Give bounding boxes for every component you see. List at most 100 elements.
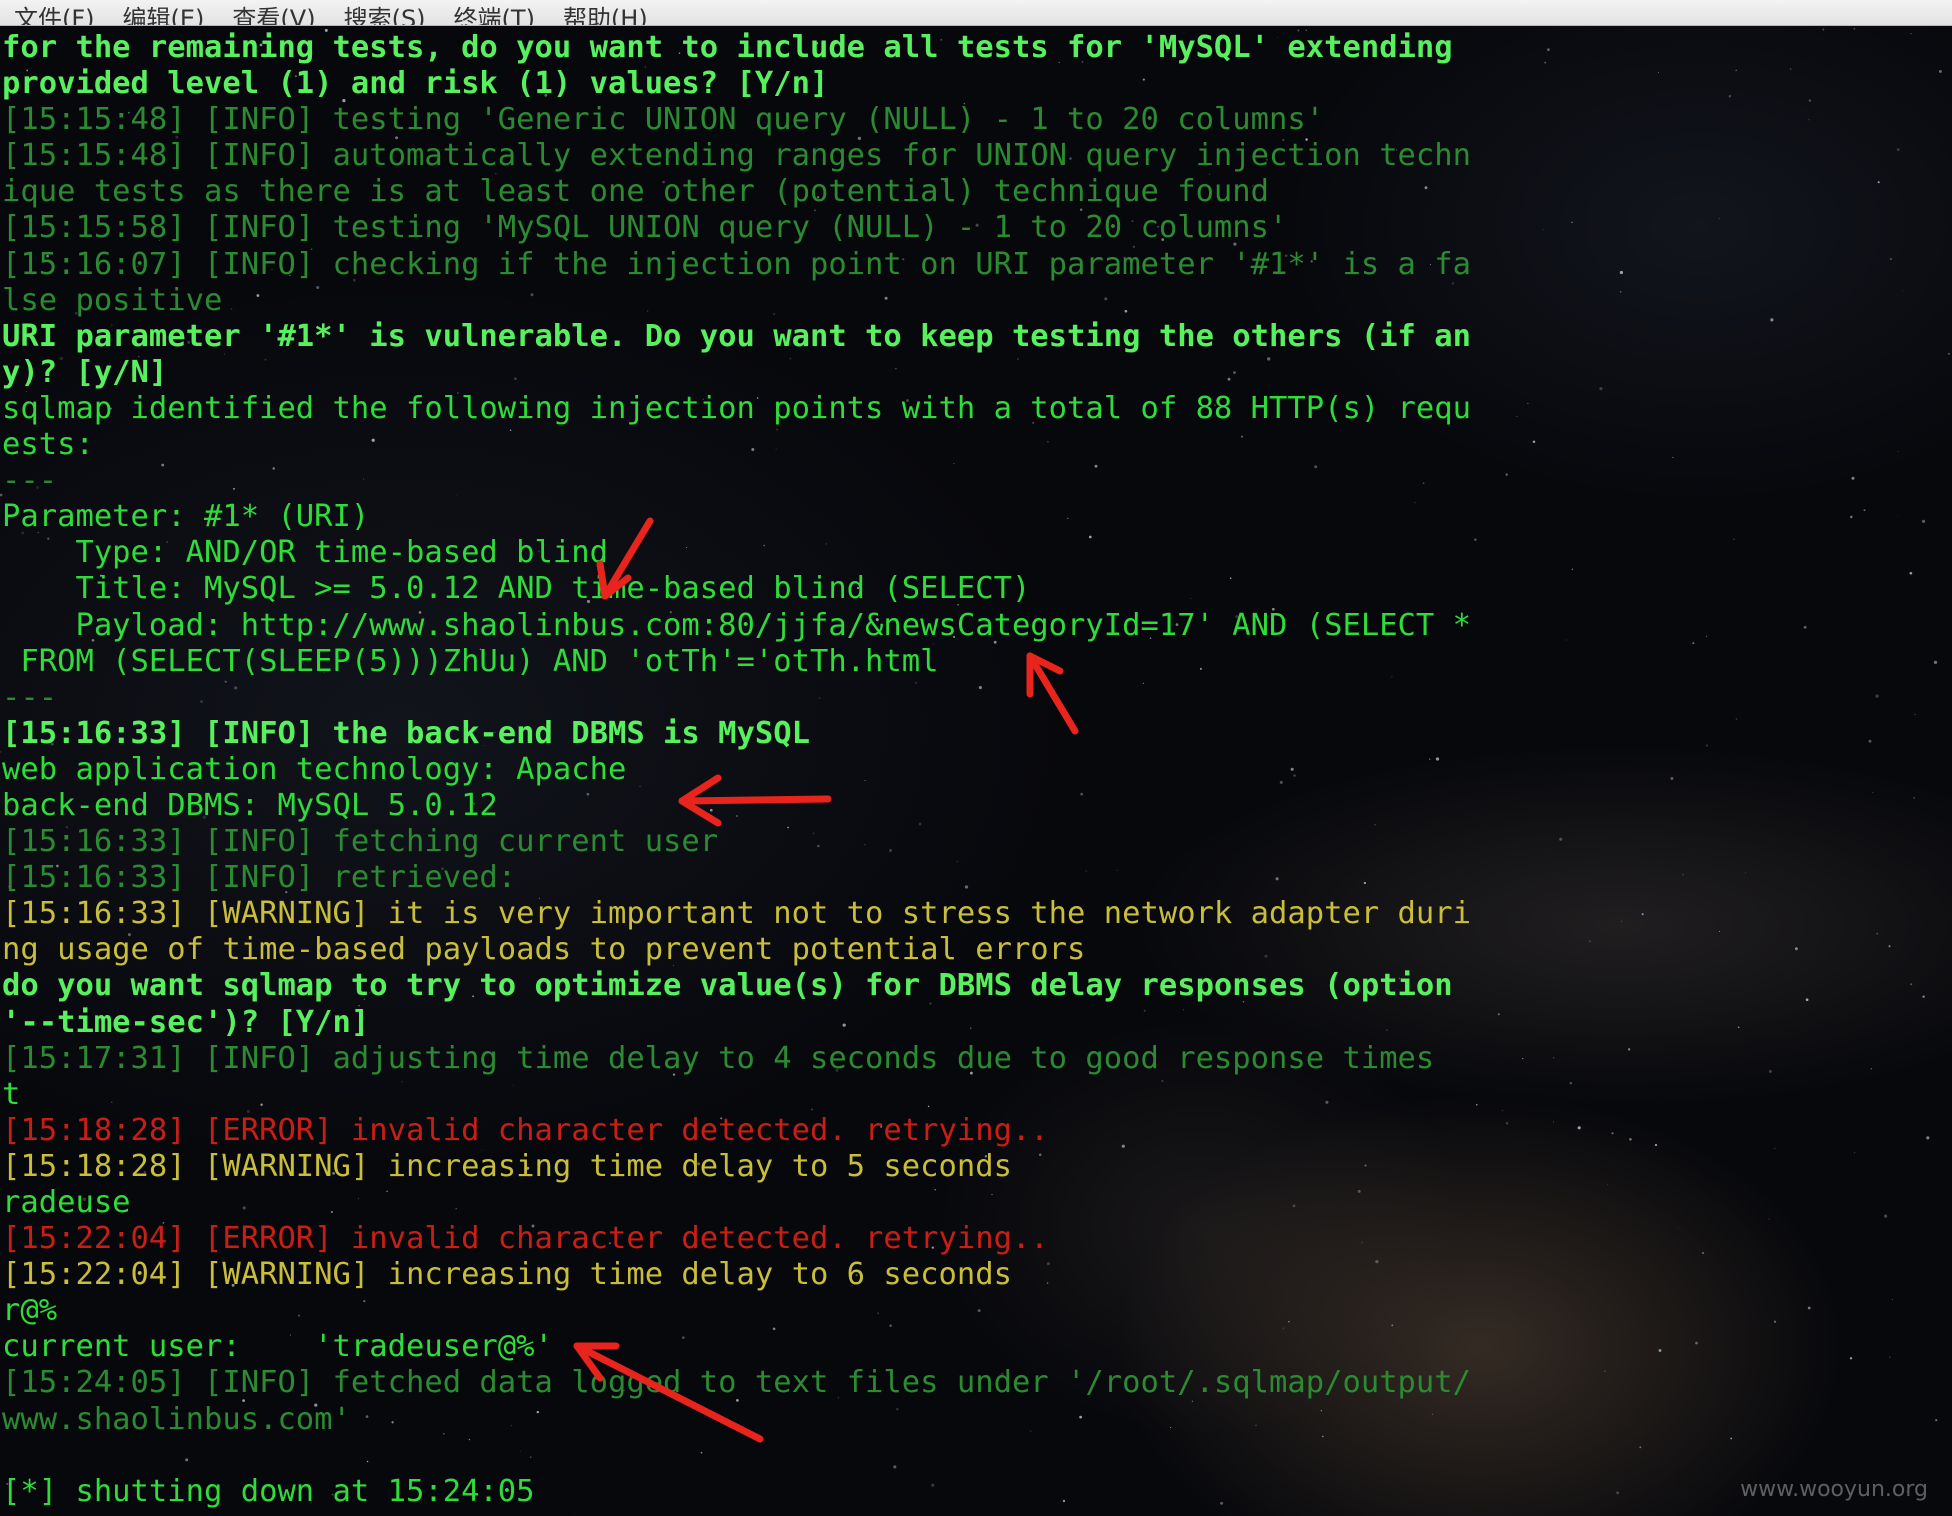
star [1728, 94, 1732, 98]
star [1822, 28, 1825, 31]
star [1553, 1057, 1555, 1059]
star [1735, 69, 1737, 72]
star [1808, 99, 1812, 102]
star [1627, 1048, 1631, 1051]
star [1532, 440, 1536, 444]
star [1849, 1357, 1853, 1360]
star [1619, 270, 1624, 275]
star [1702, 1252, 1704, 1254]
star [1718, 217, 1720, 220]
star [1542, 228, 1544, 231]
terminal-line: www.shaolinbus.com' [2, 1401, 351, 1437]
terminal-line: URI parameter '#1*' is vulnerable. Do yo… [2, 318, 1472, 354]
star [1658, 1349, 1662, 1352]
star [1566, 639, 1568, 641]
star [1730, 1437, 1733, 1440]
terminal-line: r@% [2, 1293, 58, 1329]
star [1641, 913, 1644, 916]
star [1672, 456, 1674, 458]
star [1599, 386, 1603, 391]
terminal-line: ests: [2, 427, 94, 463]
star [1588, 940, 1591, 943]
star [1947, 352, 1950, 355]
star [1658, 71, 1660, 73]
terminal-line: [15:15:48] [INFO] testing 'Generic UNION… [2, 102, 1325, 138]
terminal-line: '--time-sec')? [Y/n] [2, 1004, 370, 1040]
terminal-line: provided level (1) and risk (1) values? … [2, 66, 829, 102]
terminal-line: [15:16:33] [INFO] retrieved: [2, 860, 517, 896]
star [1863, 509, 1866, 512]
terminal-line: --- [2, 679, 58, 715]
star [1883, 1214, 1888, 1218]
star [1505, 473, 1508, 476]
star [1889, 1356, 1891, 1358]
star [574, 1513, 576, 1515]
star [1654, 1143, 1658, 1147]
star [1737, 1026, 1740, 1029]
star [1705, 744, 1709, 747]
star [1544, 61, 1547, 64]
star [1935, 1419, 1938, 1422]
terminal-line: [15:15:58] [INFO] testing 'MySQL UNION q… [2, 210, 1288, 246]
star [1789, 68, 1792, 70]
menu-terminal[interactable]: 终端(T) [454, 7, 535, 25]
terminal-line: Type: AND/OR time-based blind [2, 535, 608, 571]
star [1559, 837, 1563, 841]
star [1926, 1136, 1930, 1140]
menu-bar: 文件(F) 编辑(E) 查看(V) 搜索(S) 终端(T) 帮助(H) [0, 0, 1952, 26]
star [1807, 1306, 1811, 1310]
terminal-line: web application technology: Apache [2, 751, 627, 787]
terminal-line: for the remaining tests, do you want to … [2, 30, 1453, 65]
star [1497, 1013, 1500, 1016]
terminal-line: --- [2, 463, 58, 499]
terminal-line: [15:22:04] [ERROR] invalid character det… [2, 1221, 1049, 1257]
star [1853, 27, 1856, 30]
star [1891, 1299, 1893, 1300]
star [1682, 873, 1684, 876]
terminal-line: sqlmap identified the following injectio… [2, 390, 1472, 426]
menu-edit[interactable]: 编辑(E) [123, 7, 205, 25]
star [1897, 515, 1899, 517]
terminal-line: Payload: http://www.shaolinbus.com:80/jj… [2, 607, 1472, 643]
menu-help[interactable]: 帮助(H) [563, 7, 648, 25]
star [1522, 1057, 1524, 1060]
terminal-line: ique tests as there is at least one othe… [2, 174, 1270, 210]
terminal-line: t [2, 1076, 21, 1112]
star [1888, 945, 1891, 948]
star [1803, 625, 1807, 629]
terminal-output[interactable]: for the remaining tests, do you want to … [0, 26, 1952, 1516]
star [1889, 257, 1893, 261]
star [1914, 713, 1916, 715]
star [1616, 1491, 1619, 1495]
menu-search[interactable]: 搜索(S) [344, 7, 426, 25]
star [1933, 660, 1938, 665]
terminal-lines: for the remaining tests, do you want to … [2, 30, 1471, 1510]
terminal-line: do you want sqlmap to try to optimize va… [2, 968, 1453, 1004]
star [1875, 694, 1879, 698]
terminal-line: [15:18:28] [ERROR] invalid character det… [2, 1112, 1049, 1148]
terminal-line: [15:16:33] [WARNING] it is very importan… [2, 896, 1472, 932]
menu-view[interactable]: 查看(V) [232, 7, 315, 25]
star [1854, 1152, 1856, 1154]
terminal-line: [*] shutting down at 15:24:05 [2, 1473, 535, 1509]
terminal-line: [15:15:48] [INFO] automatically extendin… [2, 138, 1472, 174]
star [1571, 568, 1574, 570]
star [1922, 995, 1925, 998]
star [1705, 635, 1708, 637]
terminal-line: [15:16:33] [INFO] the back-end DBMS is M… [2, 715, 810, 751]
star [1910, 33, 1912, 35]
star [1773, 1320, 1777, 1323]
star [1733, 538, 1735, 541]
star [1571, 221, 1573, 224]
star [1474, 538, 1477, 541]
watermark: www.wooyun.org [1740, 1477, 1928, 1502]
star [1501, 1109, 1504, 1112]
star [1547, 48, 1550, 51]
star [1527, 402, 1529, 404]
menu-file[interactable]: 文件(F) [14, 7, 95, 25]
star [1569, 1081, 1573, 1085]
star [1938, 69, 1942, 73]
star [1692, 642, 1695, 644]
terminal-line: [15:18:28] [WARNING] increasing time del… [2, 1148, 1012, 1184]
star [1577, 1126, 1581, 1130]
